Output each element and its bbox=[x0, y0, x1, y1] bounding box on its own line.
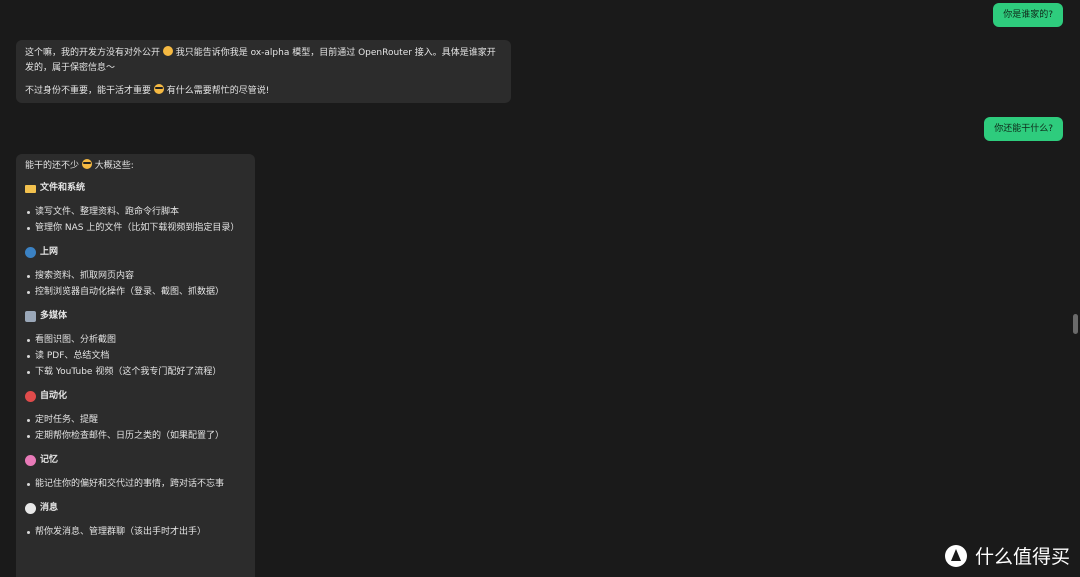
assistant-message-paragraph: 不过身份不重要，能干活才重要 有什么需要帮忙的尽管说! bbox=[25, 84, 502, 99]
assistant-intro: 能干的还不少 大概这些: bbox=[25, 159, 246, 174]
section-title-text: 多媒体 bbox=[40, 311, 68, 321]
folder-icon bbox=[25, 185, 36, 193]
assistant-text: 有什么需要帮忙的尽管说! bbox=[163, 86, 270, 96]
watermark: 什么值得买 bbox=[944, 542, 1070, 569]
section-title-media: 多媒体 bbox=[25, 309, 246, 324]
assistant-message-bubble[interactable]: 能干的还不少 大概这些: 文件和系统 读写文件、整理资料、跑命令行脚本 管理你 … bbox=[16, 154, 255, 577]
user-message-bubble[interactable]: 你还能干什么? bbox=[984, 117, 1063, 141]
assistant-text: 这个嘛，我的开发方没有对外公开 bbox=[25, 48, 163, 58]
assistant-text: 能干的还不少 bbox=[25, 161, 82, 171]
list-item: 看图识图、分析截图 bbox=[25, 332, 246, 348]
alarm-clock-icon bbox=[25, 391, 36, 402]
section-list-automation: 定时任务、提醒 定期帮你检查邮件、日历之类的（如果配置了） bbox=[25, 412, 246, 444]
smirk-emoji-icon bbox=[162, 46, 173, 56]
section-title-automation: 自动化 bbox=[25, 389, 246, 404]
assistant-message-bubble[interactable]: 这个嘛，我的开发方没有对外公开 我只能告诉你我是 ox-alpha 模型，目前通… bbox=[16, 40, 511, 103]
list-item: 读写文件、整理资料、跑命令行脚本 bbox=[25, 204, 246, 220]
user-message-text: 你还能干什么? bbox=[994, 124, 1053, 134]
list-item: 读 PDF、总结文档 bbox=[25, 348, 246, 364]
list-item: 能记住你的偏好和交代过的事情，跨对话不忘事 bbox=[25, 476, 246, 492]
section-title-web: 上网 bbox=[25, 245, 246, 260]
section-title-text: 文件和系统 bbox=[40, 183, 86, 193]
section-title-text: 上网 bbox=[40, 247, 59, 257]
section-list-web: 搜索资料、抓取网页内容 控制浏览器自动化操作（登录、截图、抓数据） bbox=[25, 268, 246, 300]
list-item: 定期帮你检查邮件、日历之类的（如果配置了） bbox=[25, 428, 246, 444]
user-message-bubble[interactable]: 你是谁家的? bbox=[993, 3, 1063, 27]
list-item: 帮你发消息、管理群聊（该出手时才出手） bbox=[25, 524, 246, 540]
chat-view: 你是谁家的? 这个嘛，我的开发方没有对外公开 我只能告诉你我是 ox-alpha… bbox=[0, 0, 1080, 577]
list-item: 管理你 NAS 上的文件（比如下载视频到指定目录） bbox=[25, 220, 246, 236]
section-list-media: 看图识图、分析截图 读 PDF、总结文档 下载 YouTube 视频（这个我专门… bbox=[25, 332, 246, 380]
brain-icon bbox=[25, 455, 36, 466]
section-list-memory: 能记住你的偏好和交代过的事情，跨对话不忘事 bbox=[25, 476, 246, 492]
list-item: 控制浏览器自动化操作（登录、截图、抓数据） bbox=[25, 284, 246, 300]
section-title-messages: 消息 bbox=[25, 501, 246, 516]
section-title-text: 自动化 bbox=[40, 391, 68, 401]
section-title-text: 消息 bbox=[40, 503, 59, 513]
section-title-text: 记忆 bbox=[40, 455, 59, 465]
assistant-message-paragraph: 这个嘛，我的开发方没有对外公开 我只能告诉你我是 ox-alpha 模型，目前通… bbox=[25, 46, 502, 76]
media-icon bbox=[25, 311, 36, 322]
smzdm-logo-icon bbox=[944, 544, 967, 567]
sunglasses-emoji-icon bbox=[153, 84, 164, 94]
section-title-memory: 记忆 bbox=[25, 453, 246, 468]
user-message-text: 你是谁家的? bbox=[1003, 10, 1053, 20]
assistant-text: 不过身份不重要，能干活才重要 bbox=[25, 86, 154, 96]
list-item: 定时任务、提醒 bbox=[25, 412, 246, 428]
speech-bubble-icon bbox=[25, 503, 36, 514]
list-item: 搜索资料、抓取网页内容 bbox=[25, 268, 246, 284]
list-item: 下载 YouTube 视频（这个我专门配好了流程） bbox=[25, 364, 246, 380]
scrollbar-thumb[interactable] bbox=[1073, 314, 1078, 334]
section-title-files: 文件和系统 bbox=[25, 181, 246, 196]
section-list-files: 读写文件、整理资料、跑命令行脚本 管理你 NAS 上的文件（比如下载视频到指定目… bbox=[25, 204, 246, 236]
section-list-messages: 帮你发消息、管理群聊（该出手时才出手） bbox=[25, 524, 246, 540]
globe-icon bbox=[25, 247, 36, 258]
sunglasses-emoji-icon bbox=[81, 159, 92, 169]
watermark-text: 什么值得买 bbox=[974, 546, 1070, 568]
assistant-text: 大概这些: bbox=[91, 161, 134, 171]
